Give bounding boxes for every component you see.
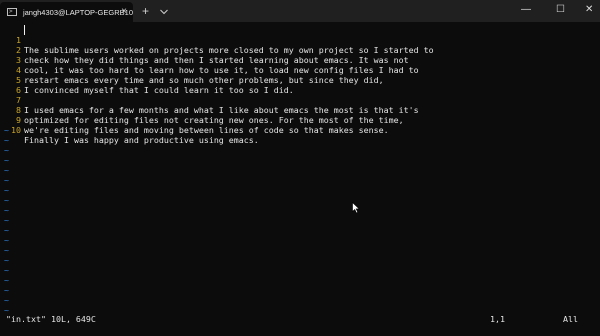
editor-line: 5 I convinced myself that I could learn …	[0, 65, 294, 95]
mouse-pointer-icon	[352, 202, 360, 214]
chevron-down-icon	[160, 9, 168, 15]
terminal-tab[interactable]: jangh4303@LAPTOP-GEGRB10 ×	[0, 2, 133, 22]
file-info: "in.txt" 10L, 649C	[6, 314, 96, 324]
editor-line: 3 cool, it was too hard to learn how to …	[0, 45, 419, 75]
empty-line-tilde: ~	[4, 195, 9, 205]
editor-line: 4 restart emacs every time and so much o…	[0, 55, 384, 85]
empty-line-tilde: ~	[4, 155, 9, 165]
terminal-icon	[7, 8, 17, 16]
editor-line: 6	[0, 75, 21, 95]
tab-title: jangh4303@LAPTOP-GEGRB10	[22, 7, 133, 17]
line-text: cool, it was too hard to learn how to us…	[24, 65, 419, 75]
empty-line-tilde: ~	[4, 235, 9, 245]
status-bar: "in.txt" 10L, 649C 1,1 All	[0, 312, 600, 326]
close-window-button[interactable]: ✕	[585, 4, 593, 16]
editor-line: 10 Finally I was happy and productive us…	[0, 115, 259, 145]
title-bar: jangh4303@LAPTOP-GEGRB10 × + — ☐ ✕	[0, 0, 600, 22]
editor-line: 9 we're editing files and moving between…	[0, 105, 389, 135]
tab-dropdown-button[interactable]	[159, 4, 169, 18]
empty-line-tilde: ~	[4, 135, 9, 145]
editor-line: 1 The sublime users worked on projects m…	[0, 25, 434, 55]
empty-line-tilde: ~	[4, 165, 9, 175]
line-text: I used emacs for a few months and what I…	[24, 105, 419, 115]
empty-line-tilde: ~	[4, 245, 9, 255]
empty-line-tilde: ~	[4, 205, 9, 215]
line-text: I convinced myself that I could learn it…	[24, 85, 294, 95]
minimize-button[interactable]: —	[521, 4, 531, 16]
line-text: we're editing files and moving between l…	[24, 125, 389, 135]
line-text: optimized for editing files not creating…	[24, 115, 404, 125]
cursor-position: 1,1	[490, 314, 505, 324]
line-text: Finally I was happy and productive using…	[24, 135, 259, 145]
close-tab-button[interactable]: ×	[121, 6, 127, 18]
empty-line-tilde: ~	[4, 265, 9, 275]
vim-editor[interactable]: 1 The sublime users worked on projects m…	[0, 22, 600, 315]
line-text: The sublime users worked on projects mor…	[24, 45, 434, 55]
empty-line-tilde: ~	[4, 285, 9, 295]
empty-line-tilde: ~	[4, 255, 9, 265]
empty-line-tilde: ~	[4, 185, 9, 195]
line-text: restart emacs every time and so much oth…	[24, 75, 384, 85]
new-tab-button[interactable]: +	[142, 4, 149, 18]
line-text: check how they did things and then I sta…	[24, 55, 409, 65]
editor-line: 7 I used emacs for a few months and what…	[0, 85, 419, 115]
empty-line-tilde: ~	[4, 225, 9, 235]
editor-line: 2 check how they did things and then I s…	[0, 35, 409, 65]
empty-line-tilde: ~	[4, 125, 9, 135]
empty-line-tilde: ~	[4, 145, 9, 155]
maximize-button[interactable]: ☐	[556, 4, 565, 16]
text-cursor	[24, 25, 25, 35]
scroll-indicator: All	[563, 314, 578, 324]
empty-line-tilde: ~	[4, 295, 9, 305]
empty-line-tilde: ~	[4, 275, 9, 285]
empty-line-tilde: ~	[4, 175, 9, 185]
editor-line: 8 optimized for editing files not creati…	[0, 95, 404, 125]
empty-line-tilde: ~	[4, 215, 9, 225]
